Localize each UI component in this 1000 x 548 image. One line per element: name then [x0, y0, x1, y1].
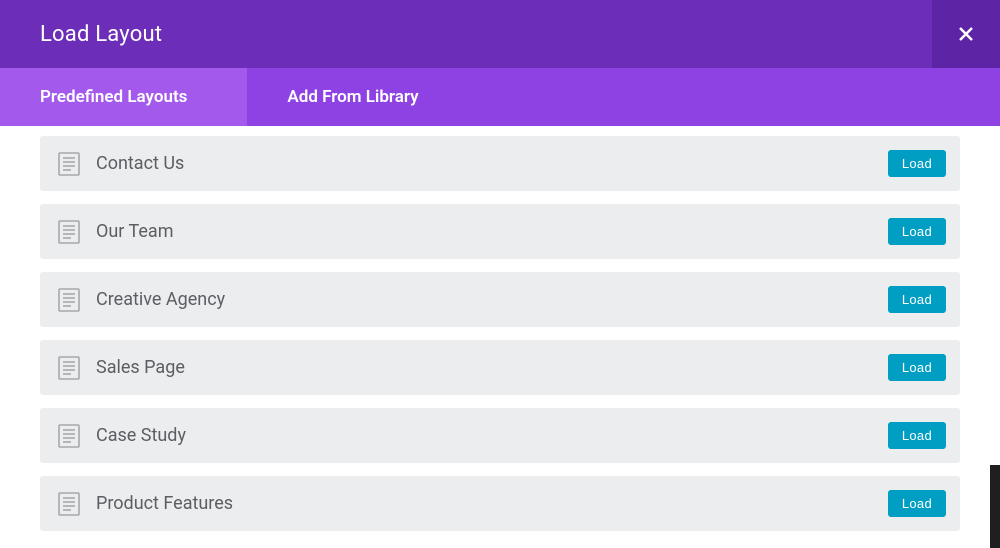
- tab-add-from-library[interactable]: Add From Library: [247, 68, 458, 126]
- layout-row: Contact Us Load: [40, 136, 960, 191]
- layout-name: Sales Page: [96, 357, 888, 378]
- layout-name: Creative Agency: [96, 289, 888, 310]
- modal-title: Load Layout: [0, 22, 162, 47]
- layout-name: Product Features: [96, 493, 888, 514]
- right-panel-sliver: [990, 465, 1000, 548]
- load-layout-modal: Load Layout Predefined Layouts Add From …: [0, 0, 1000, 548]
- load-button[interactable]: Load: [888, 354, 946, 381]
- page-layout-icon: [56, 287, 82, 313]
- tab-label: Predefined Layouts: [40, 87, 187, 107]
- tab-predefined-layouts[interactable]: Predefined Layouts: [0, 68, 247, 126]
- modal-content: Contact Us Load Our Team Load: [0, 126, 1000, 548]
- load-button[interactable]: Load: [888, 422, 946, 449]
- layout-row: Product Features Load: [40, 476, 960, 531]
- layout-name: Case Study: [96, 425, 888, 446]
- page-layout-icon: [56, 219, 82, 245]
- page-layout-icon: [56, 423, 82, 449]
- layout-row: Case Study Load: [40, 408, 960, 463]
- close-button[interactable]: [932, 0, 1000, 68]
- load-button[interactable]: Load: [888, 150, 946, 177]
- load-button[interactable]: Load: [888, 286, 946, 313]
- page-layout-icon: [56, 151, 82, 177]
- page-layout-icon: [56, 355, 82, 381]
- layout-row: Creative Agency Load: [40, 272, 960, 327]
- layout-row: Sales Page Load: [40, 340, 960, 395]
- page-layout-icon: [56, 491, 82, 517]
- layout-name: Our Team: [96, 221, 888, 242]
- load-button[interactable]: Load: [888, 218, 946, 245]
- layout-row: Our Team Load: [40, 204, 960, 259]
- modal-header: Load Layout: [0, 0, 1000, 68]
- layout-name: Contact Us: [96, 153, 888, 174]
- load-button[interactable]: Load: [888, 490, 946, 517]
- layout-list: Contact Us Load Our Team Load: [40, 136, 960, 531]
- tab-bar: Predefined Layouts Add From Library: [0, 68, 1000, 126]
- tab-label: Add From Library: [287, 87, 418, 107]
- close-icon: [959, 22, 973, 46]
